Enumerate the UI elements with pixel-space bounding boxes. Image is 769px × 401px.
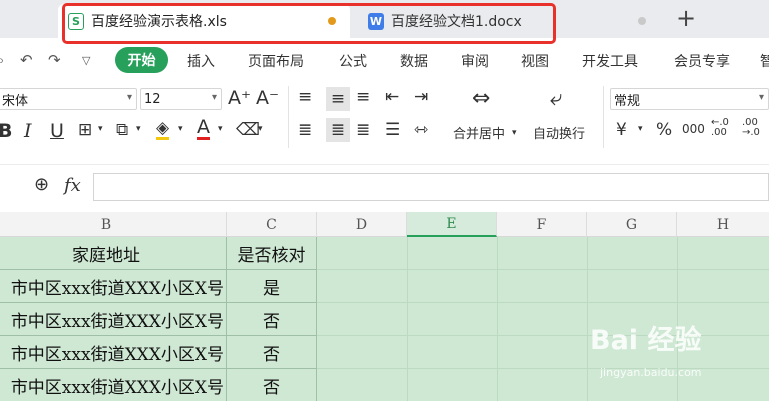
font-size-select[interactable]: 12 ▾ xyxy=(140,88,222,110)
cell-header-verified[interactable]: 是否核对 xyxy=(227,237,317,270)
cell-verified[interactable]: 否 xyxy=(227,303,317,336)
menu-review[interactable]: 审阅 xyxy=(461,51,489,71)
menu-bar: ⌕ ↶ ↷ ▽ 开始 插入 页面布局 公式 数据 审阅 视图 开发工具 会员专享… xyxy=(0,44,769,76)
thousands-separator-button[interactable]: 000 xyxy=(682,122,705,136)
ribbon-toolbar: 宋体 ▾ 12 ▾ A⁺ A⁻ B I U ⊞ ▾ ⧉ ▾ ◈ ▾ A ▾ ⌫ … xyxy=(0,78,769,156)
divider xyxy=(603,86,604,148)
search-icon[interactable]: ⌕ xyxy=(0,51,4,69)
align-middle-icon[interactable]: ≡ xyxy=(326,87,350,111)
menu-data[interactable]: 数据 xyxy=(400,51,428,71)
decrease-decimal-button[interactable]: .00 →.0 xyxy=(742,118,760,138)
formula-bar: ⊕ fx xyxy=(0,164,769,210)
chevron-down-icon[interactable]: ▾ xyxy=(98,124,103,134)
cell-address[interactable]: 市中区xxx街道XXX小区X号 xyxy=(0,303,227,336)
gridline xyxy=(407,237,408,401)
menu-insert[interactable]: 插入 xyxy=(187,51,215,71)
highlight-annotation-box xyxy=(62,3,556,44)
cell-address[interactable]: 市中区xxx街道XXX小区X号 xyxy=(0,369,227,401)
cell-address[interactable]: 市中区xxx街道XXX小区X号 xyxy=(0,336,227,369)
distributed-align-icon[interactable]: ⇿ xyxy=(414,120,428,140)
chevron-down-icon[interactable]: ▾ xyxy=(258,124,263,134)
menu-view[interactable]: 视图 xyxy=(521,51,549,71)
cell-verified[interactable]: 否 xyxy=(227,336,317,369)
new-tab-plus-icon[interactable]: + xyxy=(676,4,696,32)
chevron-down-icon[interactable]: ▾ xyxy=(512,128,517,138)
menu-membership[interactable]: 会员专享 xyxy=(674,51,730,71)
chevron-down-icon[interactable]: ▾ xyxy=(178,124,183,134)
font-size-value: 12 xyxy=(144,91,161,107)
quick-access-dropdown-icon[interactable]: ▽ xyxy=(82,54,90,67)
column-headers: B C D E F G H xyxy=(0,212,769,237)
tab-status-dot-icon xyxy=(638,17,646,25)
justify-icon[interactable]: ☰ xyxy=(385,120,400,140)
chevron-down-icon[interactable]: ▾ xyxy=(136,124,141,134)
column-header-c[interactable]: C xyxy=(227,212,317,237)
align-left-icon[interactable]: ≣ xyxy=(298,120,312,140)
gridline xyxy=(317,269,769,270)
font-color-icon[interactable]: A xyxy=(197,118,210,140)
menu-developer[interactable]: 开发工具 xyxy=(582,51,638,71)
formula-input[interactable] xyxy=(93,173,769,201)
undo-icon[interactable]: ↶ xyxy=(20,51,33,69)
menu-smart[interactable]: 智 xyxy=(760,51,769,71)
menu-page-layout[interactable]: 页面布局 xyxy=(248,51,304,71)
column-header-e[interactable]: E xyxy=(407,212,497,237)
align-top-icon[interactable]: ≡ xyxy=(298,87,312,107)
menu-formulas[interactable]: 公式 xyxy=(339,51,367,71)
column-header-b[interactable]: B xyxy=(0,212,227,237)
divider xyxy=(288,86,289,148)
cell-header-address[interactable]: 家庭地址 xyxy=(0,237,227,270)
font-name-select[interactable]: 宋体 ▾ xyxy=(0,88,137,110)
font-name-value: 宋体 xyxy=(2,93,29,109)
chevron-down-icon: ▾ xyxy=(126,92,132,103)
zoom-search-icon[interactable]: ⊕ xyxy=(34,174,49,195)
wrap-text-button[interactable]: 自动换行 xyxy=(533,123,585,142)
fx-insert-function-button[interactable]: fx xyxy=(64,175,81,196)
menu-start[interactable]: 开始 xyxy=(115,47,168,73)
cell-style-icon[interactable]: ⧉ xyxy=(116,120,128,140)
merge-center-button[interactable]: 合并居中 xyxy=(453,123,505,142)
cell-verified[interactable]: 否 xyxy=(227,369,317,401)
chevron-down-icon[interactable]: ▾ xyxy=(218,124,223,134)
number-format-value: 常规 xyxy=(614,93,641,109)
outdent-icon[interactable]: ⇤ xyxy=(385,87,399,107)
chevron-down-icon: ▾ xyxy=(758,92,764,103)
chevron-down-icon: ▾ xyxy=(211,92,217,103)
fill-color-icon[interactable]: ◈ xyxy=(156,120,170,140)
number-format-select[interactable]: 常规 ▾ xyxy=(610,88,769,110)
gridline xyxy=(497,237,498,401)
border-icon[interactable]: ⊞ xyxy=(78,120,92,140)
currency-button[interactable]: ¥ xyxy=(616,120,627,140)
indent-icon[interactable]: ⇥ xyxy=(414,87,428,107)
bold-icon[interactable]: B xyxy=(0,120,12,142)
underline-icon[interactable]: U xyxy=(50,120,64,142)
increase-decimal-button[interactable]: ←.0 .00 xyxy=(711,118,729,138)
eraser-icon[interactable]: ⌫ xyxy=(236,120,260,140)
redo-icon[interactable]: ↷ xyxy=(48,51,61,69)
align-right-icon[interactable]: ≣ xyxy=(356,120,370,140)
align-center-icon[interactable]: ≣ xyxy=(326,118,350,142)
percent-button[interactable]: % xyxy=(656,120,672,140)
merge-center-icon[interactable]: ⇔ xyxy=(472,86,490,111)
column-header-h[interactable]: H xyxy=(677,212,769,237)
cell-address[interactable]: 市中区xxx街道XXX小区X号 xyxy=(0,270,227,303)
decrease-font-size-icon[interactable]: A⁻ xyxy=(256,87,279,109)
column-header-d[interactable]: D xyxy=(317,212,407,237)
italic-icon[interactable]: I xyxy=(24,120,32,142)
baidu-watermark-logo: Bai 经验 xyxy=(590,325,702,356)
gridline xyxy=(587,237,588,401)
column-header-f[interactable]: F xyxy=(497,212,587,237)
gridline xyxy=(317,302,769,303)
chevron-down-icon[interactable]: ▾ xyxy=(638,124,643,134)
watermark-url: jingyan.baidu.com xyxy=(600,366,702,379)
align-bottom-icon[interactable]: ≡ xyxy=(356,87,370,107)
increase-font-size-icon[interactable]: A⁺ xyxy=(228,87,251,109)
wrap-text-icon[interactable]: ⤶ xyxy=(550,86,562,111)
cell-verified[interactable]: 是 xyxy=(227,270,317,303)
column-header-g[interactable]: G xyxy=(587,212,677,237)
tab-bar: S 百度经验演示表格.xls W 百度经验文档1.docx + xyxy=(0,0,769,44)
